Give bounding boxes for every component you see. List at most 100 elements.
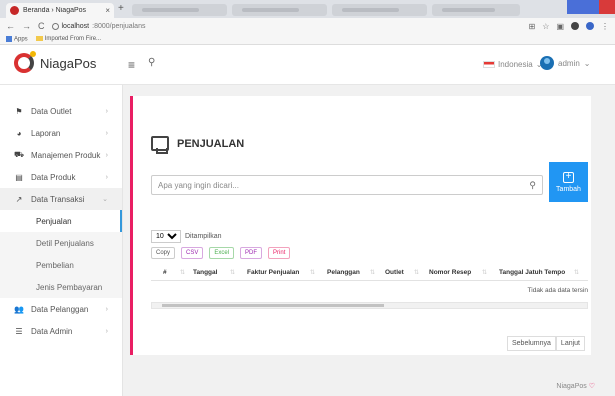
user-menu[interactable]: admin ⌄: [540, 56, 591, 70]
avatar: [540, 56, 554, 70]
flag-icon: ⚑: [15, 106, 23, 116]
indonesia-flag-icon: [483, 61, 495, 68]
sidebar-item-data-transaksi[interactable]: ↗ Data Transaksi ⌄: [0, 188, 122, 210]
page-length-control: 10 Ditampilkan: [151, 230, 222, 243]
chevron-right-icon: ›: [105, 107, 108, 115]
next-page-button[interactable]: Lanjut: [555, 336, 585, 351]
page-title: PENJUALAN: [177, 137, 245, 150]
print-button[interactable]: Print: [268, 247, 291, 259]
chevron-down-icon: ⌄: [102, 196, 108, 203]
sidebar-item-data-pelanggan[interactable]: 👥 Data Pelanggan ›: [0, 298, 122, 320]
monitor-icon: [151, 136, 169, 154]
forward-icon[interactable]: →: [22, 21, 31, 31]
line-chart-icon: ↗: [15, 194, 23, 204]
sidebar-item-label: Manajemen Produk: [31, 150, 101, 160]
table-header: # Tanggal Faktur Penjualan Pelanggan Out…: [151, 265, 588, 281]
brand[interactable]: NiagaPos: [14, 51, 97, 73]
footer: NiagaPos ♡: [556, 382, 595, 390]
reload-icon[interactable]: C: [38, 21, 45, 31]
search-icon[interactable]: ⚲: [529, 180, 536, 191]
sidebar-subitem-jenis-pembayaran[interactable]: Jenis Pembayaran: [0, 276, 122, 298]
bookmark-apps[interactable]: Apps: [6, 35, 28, 42]
sidebar-item-label: Data Outlet: [31, 106, 72, 116]
info-icon: [51, 22, 59, 30]
browser-tab-bar: Beranda › NiagaPos × +: [0, 0, 615, 18]
hamburger-menu-icon[interactable]: ≡: [128, 58, 135, 72]
users-icon: 👥: [14, 304, 24, 314]
plus-icon: +: [563, 171, 574, 183]
back-icon[interactable]: ←: [6, 21, 15, 31]
folder-icon: [35, 35, 43, 41]
column-header-nomor-resep[interactable]: Nomor Resep: [429, 269, 487, 276]
list-icon: ☰: [15, 326, 23, 336]
pdf-button[interactable]: PDF: [240, 247, 263, 259]
browser-tab[interactable]: [432, 4, 520, 16]
chevron-right-icon: ›: [105, 305, 108, 313]
column-header-jatuh-tempo[interactable]: Tanggal Jatuh Tempo: [499, 269, 579, 276]
brand-name: NiagaPos: [40, 55, 97, 71]
search-icon[interactable]: ⚲: [148, 57, 155, 68]
browser-tab[interactable]: [132, 4, 227, 16]
previous-page-button[interactable]: Sebelumnya: [507, 336, 556, 351]
app-header: NiagaPos ≡ ⚲ Indonesia ⌄ admin ⌄: [0, 45, 615, 85]
add-button[interactable]: + Tambah: [549, 162, 588, 202]
penjualan-card: PENJUALAN ⚲ + Tambah 10 Ditampilkan Copy…: [130, 96, 591, 355]
language-selector[interactable]: Indonesia ⌄: [483, 60, 542, 69]
sidebar-item-label: Data Transaksi: [31, 194, 85, 204]
profile-icon[interactable]: [586, 21, 594, 30]
column-header-outlet[interactable]: Outlet: [385, 269, 419, 276]
csv-button[interactable]: CSV: [181, 247, 204, 259]
browser-tab-active[interactable]: Beranda › NiagaPos ×: [6, 3, 114, 18]
extension-icon[interactable]: ▣: [556, 22, 564, 31]
language-label: Indonesia: [498, 60, 533, 69]
column-header-faktur[interactable]: Faktur Penjualan: [247, 269, 315, 276]
sidebar-item-label: Laporan: [31, 128, 61, 138]
excel-button[interactable]: Excel: [209, 247, 235, 259]
sidebar-subitem-detil-penjualans[interactable]: Detil Penjualans: [0, 232, 122, 254]
sidebar-item-data-produk[interactable]: ▤ Data Produk ›: [0, 166, 122, 188]
bookmark-imported[interactable]: Imported From Fire...: [35, 35, 101, 42]
sidebar-item-manajemen-produk[interactable]: ⛟ Manajemen Produk ›: [0, 144, 122, 166]
footer-brand: NiagaPos: [556, 383, 587, 390]
tab-title: Beranda › NiagaPos: [23, 7, 87, 14]
browser-tab[interactable]: [332, 4, 427, 16]
url-field[interactable]: localhost:8000/penjualans: [51, 22, 146, 30]
niagapos-logo-icon: [14, 51, 36, 73]
tab-close-icon[interactable]: ×: [105, 6, 110, 15]
column-header-tanggal[interactable]: Tanggal: [193, 269, 235, 276]
apps-icon: [6, 35, 12, 42]
page-length-select[interactable]: 10: [151, 230, 181, 243]
translate-icon[interactable]: ⊞: [529, 22, 536, 31]
menu-icon[interactable]: ⋮: [601, 22, 609, 31]
copy-button[interactable]: Copy: [151, 247, 176, 259]
search-input[interactable]: [158, 180, 530, 190]
url-path: :8000/penjualans: [92, 22, 146, 30]
sidebar-item-label: Data Produk: [31, 172, 76, 182]
address-bar: ← → C localhost:8000/penjualans ⊞ ☆ ▣ ⋮: [0, 18, 615, 34]
column-header-pelanggan[interactable]: Pelanggan: [327, 269, 375, 276]
new-tab-button[interactable]: +: [118, 3, 124, 14]
heart-icon: ♡: [588, 383, 595, 390]
box-icon: ▤: [15, 172, 23, 182]
sidebar-subitem-pembelian[interactable]: Pembelian: [0, 254, 122, 276]
sidebar-item-data-admin[interactable]: ☰ Data Admin ›: [0, 320, 122, 342]
horizontal-scrollbar[interactable]: [151, 302, 588, 309]
sidebar-subitem-penjualan[interactable]: Penjualan: [0, 210, 122, 232]
star-icon[interactable]: ☆: [542, 22, 549, 31]
scrollbar-thumb[interactable]: [162, 304, 384, 307]
window-controls[interactable]: [567, 0, 615, 14]
extension-icon[interactable]: [571, 21, 579, 30]
cart-icon: ⛟: [14, 150, 25, 159]
add-button-label: Tambah: [556, 185, 581, 193]
sidebar-item-data-outlet[interactable]: ⚑ Data Outlet ›: [0, 100, 122, 122]
tab-favicon-icon: [10, 6, 19, 15]
data-table: # Tanggal Faktur Penjualan Pelanggan Out…: [151, 265, 588, 309]
search-field[interactable]: ⚲: [151, 175, 543, 195]
chevron-right-icon: ›: [105, 173, 108, 181]
user-name: admin: [558, 58, 580, 68]
chevron-right-icon: ›: [105, 129, 108, 137]
sidebar: ⚑ Data Outlet › ◕ Laporan › ⛟ Manajemen …: [0, 85, 123, 396]
browser-tab[interactable]: [232, 4, 327, 16]
sidebar-item-laporan[interactable]: ◕ Laporan ›: [0, 122, 122, 144]
column-header-number[interactable]: #: [163, 269, 185, 276]
